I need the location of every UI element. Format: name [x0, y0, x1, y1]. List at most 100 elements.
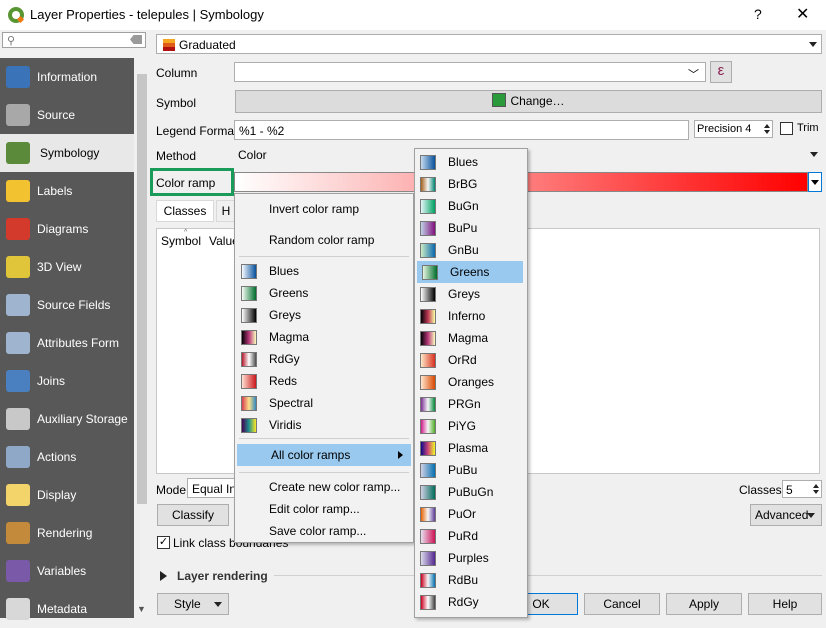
method-select[interactable]: Color	[234, 145, 822, 165]
menu-item-label: Greens	[269, 286, 309, 300]
submenu-item-prgn[interactable]: PRGn	[415, 393, 527, 415]
submenu-item-label: PuBuGn	[448, 485, 494, 499]
sidebar-item-information[interactable]: Information	[0, 58, 134, 96]
apply-button[interactable]: Apply	[666, 593, 742, 615]
submenu-item-label: PuOr	[448, 507, 477, 521]
spin-up-icon[interactable]	[764, 124, 770, 128]
legend-format-label: Legend Format	[156, 124, 238, 138]
menu-item-all-color-ramps[interactable]: All color ramps	[237, 444, 411, 466]
menu-item-ramp-reds[interactable]: Reds	[235, 370, 413, 392]
submenu-item-pubu[interactable]: PuBu	[415, 459, 527, 481]
sidebar-nav: Information Source Symbology Labels Diagrams…	[0, 58, 134, 620]
scroll-down-icon[interactable]: ▼	[137, 604, 146, 614]
sidebar-search-input[interactable]: ⚲	[2, 32, 146, 48]
sidebar-item-source[interactable]: Source	[0, 96, 134, 134]
column-header-symbol[interactable]: Symbol	[161, 234, 201, 248]
clear-search-icon[interactable]	[130, 35, 142, 44]
sidebar-item-3d-view[interactable]: 3D View	[0, 248, 134, 286]
menu-item-label: RdGy	[269, 352, 300, 366]
spin-down-icon[interactable]	[764, 130, 770, 134]
help-button[interactable]: Help	[748, 593, 822, 615]
sidebar-item-actions[interactable]: Actions	[0, 438, 134, 476]
color-ramp-dropdown-button[interactable]	[808, 172, 822, 192]
submenu-item-bupu[interactable]: BuPu	[415, 217, 527, 239]
menu-item-random-color-ramp[interactable]: Random color ramp	[235, 229, 413, 251]
menu-item-label: Blues	[269, 264, 300, 278]
close-icon[interactable]: ✕	[796, 4, 809, 24]
submenu-item-rdbu[interactable]: RdBu	[415, 569, 527, 591]
menu-item-create-new-color-ramp[interactable]: Create new color ramp...	[235, 476, 413, 498]
ramp-swatch-icon	[420, 441, 436, 456]
sidebar-item-rendering[interactable]: Rendering	[0, 514, 134, 552]
tab-histogram[interactable]: H	[216, 200, 236, 222]
menu-item-ramp-blues[interactable]: Blues	[235, 260, 413, 282]
renderer-select[interactable]: Graduated	[156, 34, 822, 54]
advanced-button[interactable]: Advanced	[750, 504, 822, 526]
submenu-item-magma[interactable]: Magma	[415, 327, 527, 349]
sidebar-item-label: 3D View	[37, 260, 82, 274]
menu-item-ramp-magma[interactable]: Magma	[235, 326, 413, 348]
tab-classes[interactable]: Classes	[156, 200, 214, 222]
submenu-item-orrd[interactable]: OrRd	[415, 349, 527, 371]
sidebar-item-variables[interactable]: Variables	[0, 552, 134, 590]
submenu-item-label: Magma	[448, 331, 489, 345]
scrollbar-thumb[interactable]	[137, 74, 147, 504]
ramp-swatch-icon	[420, 485, 436, 500]
sidebar-item-joins[interactable]: Joins	[0, 362, 134, 400]
layer-rendering-toggle[interactable]: Layer rendering	[160, 569, 280, 583]
submenu-item-piyg[interactable]: PiYG	[415, 415, 527, 437]
submenu-item-puor[interactable]: PuOr	[415, 503, 527, 525]
sidebar-item-symbology[interactable]: Symbology	[0, 134, 134, 172]
submenu-item-pubugn[interactable]: PuBuGn	[415, 481, 527, 503]
menu-item-save-color-ramp[interactable]: Save color ramp...	[235, 520, 413, 542]
menu-item-ramp-greys[interactable]: Greys	[235, 304, 413, 326]
sidebar-item-labels[interactable]: Labels	[0, 172, 134, 210]
sidebar-item-source-fields[interactable]: Source Fields	[0, 286, 134, 324]
spin-down-icon[interactable]	[813, 490, 819, 494]
ramp-swatch-icon	[420, 397, 436, 412]
precision-spinbox[interactable]: Precision 4	[694, 120, 773, 138]
change-symbol-button[interactable]: Change…	[235, 90, 822, 113]
menu-item-edit-color-ramp[interactable]: Edit color ramp...	[235, 498, 413, 520]
sidebar-item-attributes-form[interactable]: Attributes Form	[0, 324, 134, 362]
submenu-item-rdgy[interactable]: RdGy	[415, 591, 527, 613]
submenu-item-plasma[interactable]: Plasma	[415, 437, 527, 459]
menu-item-invert-color-ramp[interactable]: Invert color ramp	[235, 198, 413, 220]
expression-button[interactable]: ε	[710, 61, 732, 83]
sidebar-item-metadata[interactable]: Metadata	[0, 590, 134, 628]
submenu-item-label: GnBu	[448, 243, 479, 257]
submenu-item-gnbu[interactable]: GnBu	[415, 239, 527, 261]
submenu-item-oranges[interactable]: Oranges	[415, 371, 527, 393]
menu-item-label: Create new color ramp...	[269, 480, 401, 494]
sidebar-item-diagrams[interactable]: Diagrams	[0, 210, 134, 248]
menu-item-ramp-viridis[interactable]: Viridis	[235, 414, 413, 436]
classes-spinbox[interactable]: 5	[782, 480, 822, 498]
menu-item-ramp-greens[interactable]: Greens	[235, 282, 413, 304]
cancel-button[interactable]: Cancel	[584, 593, 660, 615]
sidebar-item-label: Source	[37, 108, 76, 122]
submenu-item-purples[interactable]: Purples	[415, 547, 527, 569]
column-select[interactable]: ﹀	[234, 62, 706, 82]
spin-up-icon[interactable]	[813, 484, 819, 488]
style-button[interactable]: Style	[157, 593, 229, 615]
submenu-item-bugn[interactable]: BuGn	[415, 195, 527, 217]
trim-checkbox[interactable]	[780, 122, 793, 135]
menu-item-ramp-rdgy[interactable]: RdGy	[235, 348, 413, 370]
sidebar-item-auxiliary-storage[interactable]: Auxiliary Storage	[0, 400, 134, 438]
classify-button[interactable]: Classify	[157, 504, 229, 526]
submenu-item-greys[interactable]: Greys	[415, 283, 527, 305]
menu-separator	[239, 256, 409, 257]
help-icon[interactable]: ?	[754, 6, 762, 22]
submenu-item-brbg[interactable]: BrBG	[415, 173, 527, 195]
submenu-item-greens[interactable]: Greens	[417, 261, 523, 283]
sidebar-scrollbar[interactable]: ▼	[134, 58, 150, 618]
legend-format-input[interactable]: %1 - %2	[234, 120, 689, 140]
ramp-swatch-icon	[420, 287, 436, 302]
link-class-checkbox[interactable]: ✓	[157, 536, 170, 549]
sidebar-item-display[interactable]: Display	[0, 476, 134, 514]
submenu-item-blues[interactable]: Blues	[415, 151, 527, 173]
submenu-item-inferno[interactable]: Inferno	[415, 305, 527, 327]
ramp-swatch-icon	[420, 331, 436, 346]
submenu-item-purd[interactable]: PuRd	[415, 525, 527, 547]
menu-item-ramp-spectral[interactable]: Spectral	[235, 392, 413, 414]
